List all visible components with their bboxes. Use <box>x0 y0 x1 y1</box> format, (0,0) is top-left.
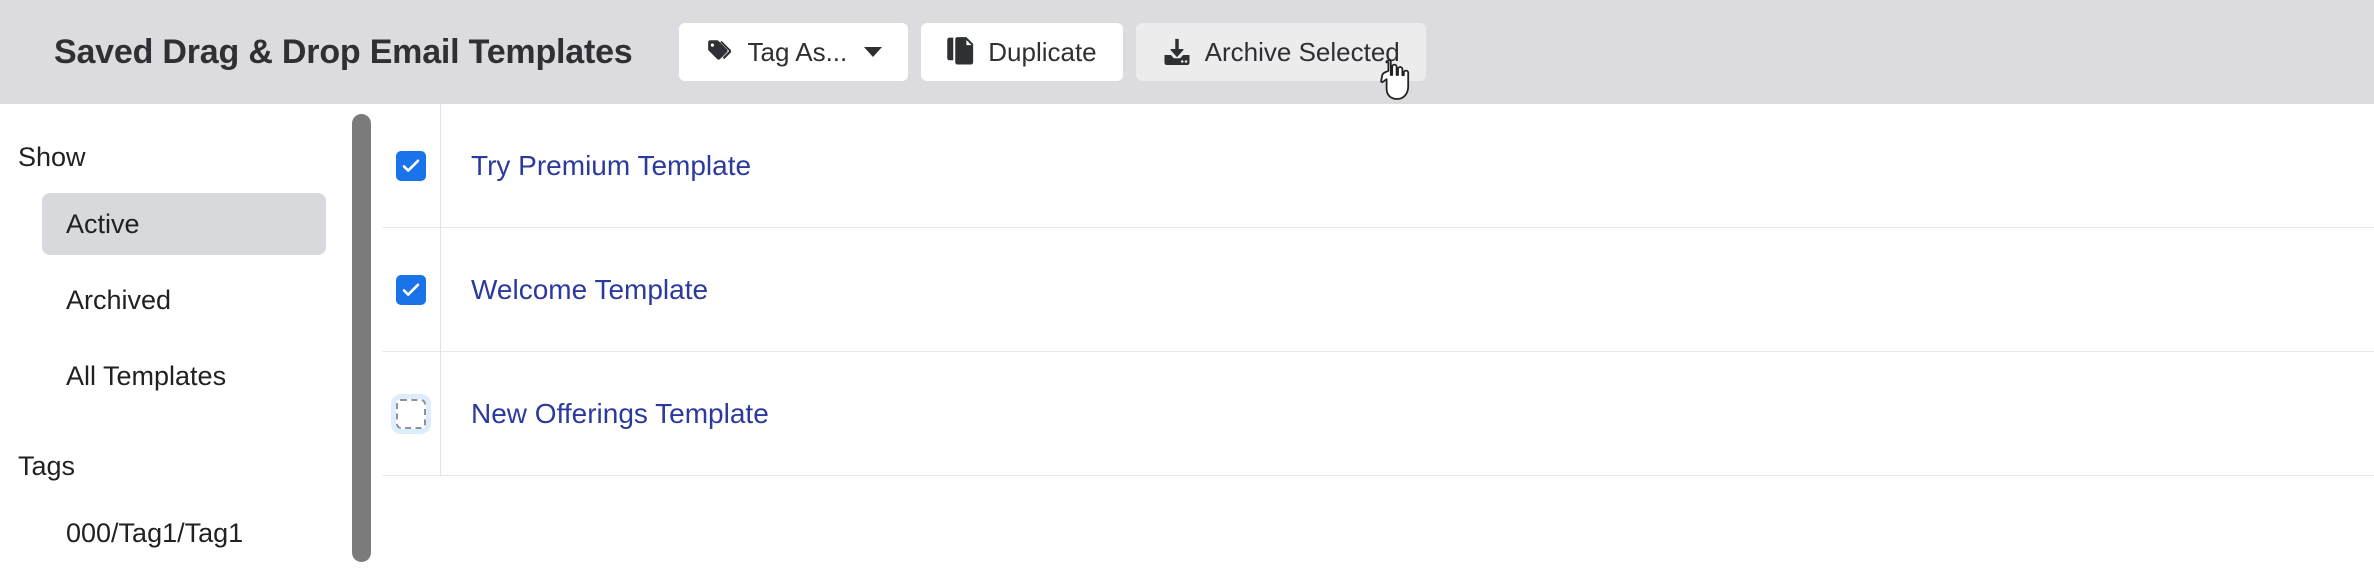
row-checkbox[interactable] <box>396 398 426 429</box>
duplicate-label: Duplicate <box>988 36 1097 67</box>
sidebar-heading-show: Show <box>18 142 86 172</box>
row-select-cell <box>382 351 441 476</box>
template-link[interactable]: Welcome Template <box>471 274 708 305</box>
row-checkbox[interactable] <box>396 274 426 305</box>
row-select-cell <box>382 103 441 228</box>
duplicate-button[interactable]: Duplicate <box>921 23 1123 81</box>
table-row[interactable]: Try Premium Template <box>382 103 2374 228</box>
tag-as-label: Tag As... <box>747 36 848 67</box>
archive-selected-button[interactable]: Archive Selected <box>1135 23 1426 81</box>
vertical-scrollbar-thumb[interactable] <box>352 114 371 562</box>
tag-icon <box>705 37 735 67</box>
archive-download-icon <box>1162 37 1192 67</box>
app-root: Saved Drag & Drop Email Templates Tag As… <box>0 0 2374 570</box>
body-area: Show Active Archived All Templates Tags … <box>0 103 2374 570</box>
row-select-cell <box>382 227 441 352</box>
template-link[interactable]: Try Premium Template <box>471 150 751 181</box>
row-name-cell: New Offerings Template <box>441 398 2374 430</box>
sidebar: Show Active Archived All Templates Tags … <box>0 104 348 570</box>
sidebar-item-label: 000/Tag1/Tag1 <box>66 517 244 548</box>
table-row[interactable]: New Offerings Template <box>382 351 2374 476</box>
table-row[interactable]: Welcome Template <box>382 227 2374 352</box>
archive-selected-label: Archive Selected <box>1204 36 1400 67</box>
chevron-down-icon <box>864 47 883 57</box>
sidebar-item-tag[interactable]: 000/Tag1/Tag1 <box>42 502 326 564</box>
sidebar-item-all-templates[interactable]: All Templates <box>42 345 326 407</box>
sidebar-heading-tags: Tags <box>18 451 76 481</box>
page-title: Saved Drag & Drop Email Templates <box>54 32 633 71</box>
sidebar-item-label: Archived <box>66 284 172 315</box>
sidebar-item-active[interactable]: Active <box>42 193 326 255</box>
sidebar-item-label: All Templates <box>66 360 227 391</box>
copy-icon <box>947 37 975 67</box>
row-name-cell: Welcome Template <box>441 274 2374 306</box>
row-checkbox[interactable] <box>396 150 426 181</box>
sidebar-item-label: Active <box>66 208 140 239</box>
top-bar: Saved Drag & Drop Email Templates Tag As… <box>0 0 2374 104</box>
toolbar: Tag As... Duplicate Archive Selected <box>678 23 1426 81</box>
row-name-cell: Try Premium Template <box>441 150 2374 182</box>
templates-table: Name Try Premium Template <box>382 103 2374 570</box>
template-link[interactable]: New Offerings Template <box>471 398 769 429</box>
sidebar-item-archived[interactable]: Archived <box>42 269 326 331</box>
tag-as-button[interactable]: Tag As... <box>678 23 909 81</box>
